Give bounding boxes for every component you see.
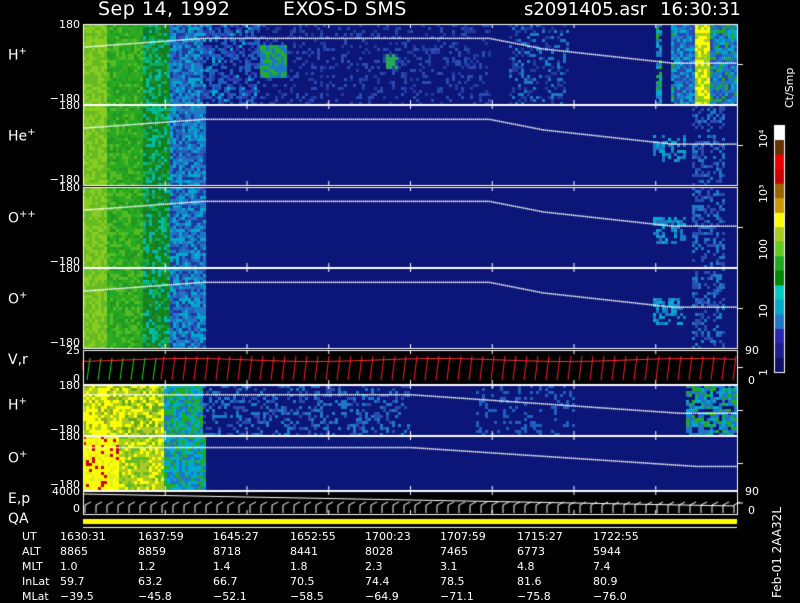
right-axis-top: 90 bbox=[745, 485, 759, 498]
footer-cell: 1.2 bbox=[138, 560, 156, 573]
footer-cell: 1.0 bbox=[60, 560, 78, 573]
footer-cell: 59.7 bbox=[60, 575, 85, 588]
panel-label-text: O bbox=[8, 211, 20, 228]
header-date: Sep 14, 1992 bbox=[98, 0, 231, 20]
footer-cell: 1.8 bbox=[290, 560, 308, 573]
footer-cell: 80.9 bbox=[593, 575, 618, 588]
colorbar-title: Ct/Smp bbox=[783, 67, 796, 108]
panel-label-vr: V,r bbox=[8, 352, 28, 368]
footer-cell: 78.5 bbox=[440, 575, 465, 588]
colorbar-tick: 10³ bbox=[757, 184, 770, 203]
panel-label-oplus2: O+ bbox=[8, 449, 27, 467]
panel-label-oplus1: O+ bbox=[8, 290, 27, 308]
footer-row-name: UT bbox=[22, 530, 37, 543]
panel-label-text: V,r bbox=[8, 352, 28, 368]
footer-cell: 70.5 bbox=[290, 575, 315, 588]
footer-cell: 1645:27 bbox=[213, 530, 259, 543]
footer-row-name: ALT bbox=[22, 545, 41, 558]
footer-cell: 4.8 bbox=[517, 560, 535, 573]
y-tick-top: 180 bbox=[59, 99, 80, 112]
y-tick-bottom: 0 bbox=[73, 502, 80, 515]
y-tick-top: 25 bbox=[66, 344, 80, 357]
footer-row-name: InLat bbox=[22, 575, 50, 588]
footer-cell: −45.8 bbox=[138, 590, 172, 603]
panel-label-text: He bbox=[8, 129, 28, 146]
panel-label-sup: ++ bbox=[19, 209, 36, 221]
panel-label-oplusplus: O++ bbox=[8, 209, 36, 227]
footer-cell: 74.4 bbox=[365, 575, 390, 588]
footer-cell: −71.1 bbox=[440, 590, 474, 603]
panel-label-sup: + bbox=[19, 290, 28, 302]
panel-label-text: H bbox=[8, 397, 19, 414]
panel-label-text: O bbox=[8, 450, 20, 467]
panel-label-ep: E,p bbox=[8, 491, 30, 507]
panel-label-text: H bbox=[8, 48, 19, 65]
panel-label-sup: + bbox=[19, 448, 28, 460]
footer-cell: 5944 bbox=[593, 545, 621, 558]
footer-cell: 8028 bbox=[365, 545, 393, 558]
panel-label-hplus2: H+ bbox=[8, 396, 27, 414]
footer-cell: 1707:59 bbox=[440, 530, 486, 543]
footer-cell: −76.0 bbox=[593, 590, 627, 603]
panel-label-sup: + bbox=[18, 46, 27, 58]
panel-label-text: E,p bbox=[8, 491, 31, 507]
footer-cell: 1.4 bbox=[213, 560, 231, 573]
footer-row-name: MLT bbox=[22, 560, 43, 573]
footer-cell: −39.5 bbox=[60, 590, 94, 603]
footer-cell: 3.1 bbox=[440, 560, 458, 573]
y-tick-top: 180 bbox=[59, 262, 80, 275]
header-file: s2091405.asr bbox=[524, 0, 648, 20]
footer-cell: 8718 bbox=[213, 545, 241, 558]
panel-label-text: QA bbox=[8, 511, 29, 527]
footer-cell: 1630:31 bbox=[60, 530, 106, 543]
right-axis-top: 90 bbox=[745, 344, 759, 357]
footer-cell: 1722:55 bbox=[593, 530, 639, 543]
footer-cell: 66.7 bbox=[213, 575, 238, 588]
footer-cell: 63.2 bbox=[138, 575, 163, 588]
footer-cell: 81.6 bbox=[517, 575, 542, 588]
footer-cell: 7.4 bbox=[593, 560, 611, 573]
y-tick-top: 4000 bbox=[52, 485, 80, 498]
right-axis-bottom: 0 bbox=[748, 504, 755, 517]
panel-label-text: O bbox=[8, 292, 20, 309]
footer-cell: 1715:27 bbox=[517, 530, 563, 543]
panel-label-hplus1: H+ bbox=[8, 46, 27, 64]
footer-cell: −58.5 bbox=[290, 590, 324, 603]
header-instrument: EXOS-D SMS bbox=[283, 0, 407, 20]
footer-cell: 8441 bbox=[290, 545, 318, 558]
footer-row-name: MLat bbox=[22, 590, 49, 603]
spectrogram-canvas bbox=[0, 0, 800, 600]
y-tick-top: 180 bbox=[59, 18, 80, 31]
y-tick-top: 180 bbox=[59, 181, 80, 194]
footer-cell: 6773 bbox=[517, 545, 545, 558]
footer-cell: −52.1 bbox=[213, 590, 247, 603]
right-axis-bottom: 0 bbox=[748, 374, 755, 387]
y-tick-top: 180 bbox=[59, 430, 80, 443]
footer-cell: 1652:55 bbox=[290, 530, 336, 543]
panel-label-qa: QA bbox=[8, 511, 29, 527]
colorbar-tick: 10 bbox=[757, 304, 770, 318]
footer-cell: 1700:23 bbox=[365, 530, 411, 543]
footer-cell: 8865 bbox=[60, 545, 88, 558]
footer-cell: 8859 bbox=[138, 545, 166, 558]
colorbar-tick: 10⁴ bbox=[757, 129, 770, 148]
panel-label-sup: + bbox=[18, 396, 27, 407]
panel-label-sup: + bbox=[27, 127, 36, 139]
colorbar-tick: 100 bbox=[757, 239, 770, 260]
footer-cell: 2.3 bbox=[365, 560, 383, 573]
y-tick-top: 180 bbox=[59, 379, 80, 392]
footer-cell: 7465 bbox=[440, 545, 468, 558]
footer-cell: −75.8 bbox=[517, 590, 551, 603]
footer-cell: 1637:59 bbox=[138, 530, 184, 543]
header-time: 16:30:31 bbox=[660, 0, 741, 20]
colorbar-tick: 1 bbox=[757, 369, 770, 376]
footer-stamp: Feb-01 2AA32L bbox=[770, 506, 784, 598]
panel-label-heplus: He+ bbox=[8, 127, 36, 145]
footer-cell: −64.9 bbox=[365, 590, 399, 603]
